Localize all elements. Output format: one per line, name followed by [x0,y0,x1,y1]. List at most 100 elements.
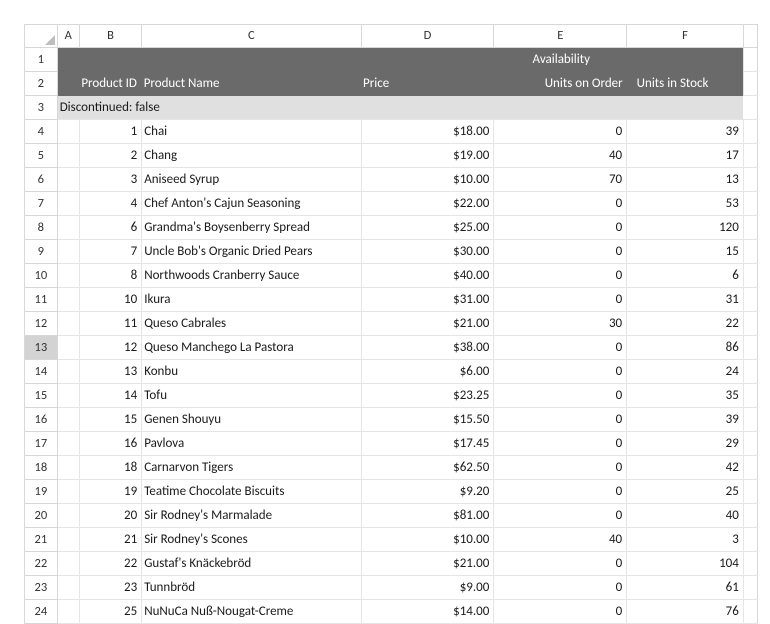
cell[interactable] [743,600,757,624]
row-header[interactable]: 3 [25,96,57,120]
units-on-order-cell[interactable]: 70 [494,168,627,192]
product-name-cell[interactable]: Chang [142,144,361,168]
units-in-stock-cell[interactable]: 3 [627,528,744,552]
cell[interactable] [743,480,757,504]
units-in-stock-cell[interactable]: 76 [627,600,744,624]
product-name-cell[interactable]: Northwoods Cranberry Sauce [142,264,361,288]
row-header[interactable]: 18 [25,456,57,480]
price-cell[interactable]: $23.25 [361,384,494,408]
price-cell[interactable]: $21.00 [361,552,494,576]
col-header-A[interactable]: A [57,25,79,48]
row-header[interactable]: 22 [25,552,57,576]
row-header[interactable]: 8 [25,216,57,240]
row-header[interactable]: 10 [25,264,57,288]
units-in-stock-cell[interactable]: 17 [627,144,744,168]
col-header-extra[interactable] [743,25,757,48]
cell[interactable] [57,384,79,408]
row-header[interactable]: 11 [25,288,57,312]
product-id-cell[interactable]: 15 [79,408,141,432]
cell[interactable] [743,312,757,336]
product-id-cell[interactable]: 8 [79,264,141,288]
units-in-stock-cell[interactable]: 15 [627,240,744,264]
price-cell[interactable]: $22.00 [361,192,494,216]
row-header[interactable]: 21 [25,528,57,552]
price-cell[interactable]: $31.00 [361,288,494,312]
product-id-cell[interactable]: 18 [79,456,141,480]
units-on-order-cell[interactable]: 0 [494,408,627,432]
cell[interactable] [743,288,757,312]
units-in-stock-cell[interactable]: 35 [627,384,744,408]
price-cell[interactable]: $21.00 [361,312,494,336]
cell[interactable] [361,48,494,72]
cell[interactable] [57,480,79,504]
cell[interactable] [743,528,757,552]
product-id-cell[interactable]: 4 [79,192,141,216]
row-header[interactable]: 16 [25,408,57,432]
cell[interactable] [743,408,757,432]
cell[interactable] [57,264,79,288]
price-cell[interactable]: $17.45 [361,432,494,456]
cell[interactable] [743,96,757,120]
cell[interactable] [743,504,757,528]
row-header[interactable]: 2 [25,72,57,96]
product-id-cell[interactable]: 13 [79,360,141,384]
product-id-cell[interactable]: 12 [79,336,141,360]
units-on-order-cell[interactable]: 0 [494,120,627,144]
product-id-cell[interactable]: 3 [79,168,141,192]
units-in-stock-header[interactable]: Units in Stock [627,72,744,96]
cell[interactable] [743,552,757,576]
units-in-stock-cell[interactable]: 13 [627,168,744,192]
units-on-order-cell[interactable]: 0 [494,552,627,576]
cell[interactable] [743,456,757,480]
price-cell[interactable]: $40.00 [361,264,494,288]
row-header[interactable]: 20 [25,504,57,528]
units-in-stock-cell[interactable]: 40 [627,504,744,528]
product-name-cell[interactable]: Tofu [142,384,361,408]
units-in-stock-cell[interactable]: 25 [627,480,744,504]
units-in-stock-cell[interactable]: 53 [627,192,744,216]
price-cell[interactable]: $62.50 [361,456,494,480]
product-id-cell[interactable]: 10 [79,288,141,312]
units-on-order-cell[interactable]: 0 [494,216,627,240]
units-on-order-cell[interactable]: 0 [494,504,627,528]
cell[interactable] [57,48,79,72]
product-id-cell[interactable]: 7 [79,240,141,264]
row-header[interactable]: 15 [25,384,57,408]
row-header[interactable]: 4 [25,120,57,144]
product-name-cell[interactable]: Queso Manchego La Pastora [142,336,361,360]
cell[interactable] [57,504,79,528]
price-cell[interactable]: $6.00 [361,360,494,384]
cell[interactable] [743,240,757,264]
product-name-cell[interactable]: Konbu [142,360,361,384]
product-id-cell[interactable]: 2 [79,144,141,168]
cell[interactable] [57,72,79,96]
product-name-cell[interactable]: Queso Cabrales [142,312,361,336]
cell[interactable] [57,288,79,312]
units-in-stock-cell[interactable]: 42 [627,456,744,480]
row-header[interactable]: 24 [25,600,57,624]
spreadsheet-grid[interactable]: A B C D E F 1 Availability 2 Product ID … [24,24,758,624]
price-cell[interactable]: $18.00 [361,120,494,144]
units-in-stock-cell[interactable]: 24 [627,360,744,384]
cell[interactable] [743,72,757,96]
product-name-cell[interactable]: Grandma's Boysenberry Spread [142,216,361,240]
row-header[interactable]: 19 [25,480,57,504]
select-all-corner[interactable] [25,25,57,48]
cell[interactable] [743,192,757,216]
cell[interactable] [57,360,79,384]
units-in-stock-cell[interactable]: 39 [627,408,744,432]
units-on-order-cell[interactable]: 0 [494,192,627,216]
cell[interactable] [743,120,757,144]
product-name-cell[interactable]: Chai [142,120,361,144]
units-on-order-header[interactable]: Units on Order [494,72,627,96]
units-on-order-cell[interactable]: 0 [494,240,627,264]
row-header[interactable]: 14 [25,360,57,384]
product-id-cell[interactable]: 20 [79,504,141,528]
product-id-header[interactable]: Product ID [79,72,141,96]
cell[interactable] [743,264,757,288]
row-header[interactable]: 17 [25,432,57,456]
cell[interactable] [743,48,757,72]
product-name-cell[interactable]: NuNuCa Nuß-Nougat-Creme [142,600,361,624]
cell[interactable] [57,240,79,264]
cell[interactable] [743,432,757,456]
